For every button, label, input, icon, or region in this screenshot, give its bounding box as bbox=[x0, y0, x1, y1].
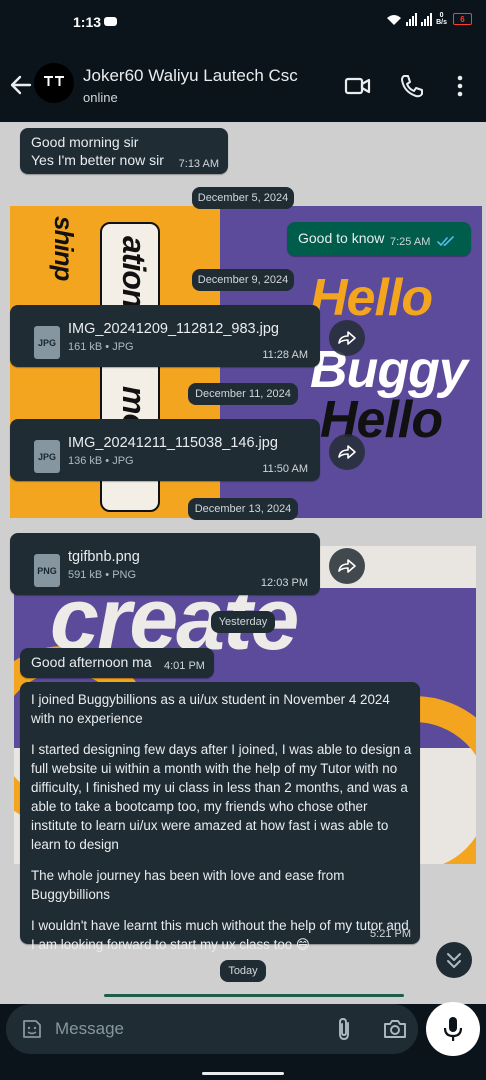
more-options-icon[interactable] bbox=[446, 72, 474, 100]
file-message[interactable]: JPG IMG_20241209_112812_983.jpg 161 kB •… bbox=[10, 305, 320, 367]
message-time: 4:01 PM bbox=[164, 660, 205, 672]
date-chip: Yesterday bbox=[211, 611, 275, 633]
scroll-down-button[interactable] bbox=[436, 942, 472, 978]
forward-icon bbox=[338, 559, 356, 573]
forward-button[interactable] bbox=[329, 320, 365, 356]
forward-icon bbox=[338, 331, 356, 345]
wallpaper-word: Buggy bbox=[310, 341, 468, 399]
chat-header: Joker60 Waliyu Lautech Csc online bbox=[0, 46, 486, 122]
incoming-bubble-edge bbox=[104, 994, 404, 997]
message-bubble[interactable]: Good afternoon ma 4:01 PM bbox=[20, 648, 214, 678]
battery-level: 6 bbox=[460, 14, 465, 24]
message-text: Good morning sir bbox=[31, 134, 139, 150]
read-ticks-icon bbox=[437, 236, 454, 247]
avatar[interactable] bbox=[34, 63, 74, 103]
back-arrow-icon[interactable] bbox=[8, 72, 34, 98]
message-paragraph: I wouldn't have learnt this much without… bbox=[31, 918, 409, 952]
message-bubble[interactable]: Good morning sir Yes I'm better now sir … bbox=[20, 128, 228, 174]
message-time: 7:13 AM bbox=[178, 158, 219, 170]
file-type-label: PNG bbox=[37, 566, 57, 576]
status-icons: 0 B/s 6 bbox=[386, 12, 472, 26]
net-speed-value: 0 bbox=[439, 12, 444, 19]
attach-icon[interactable] bbox=[332, 1016, 356, 1042]
message-bubble-outgoing[interactable]: Good to know 7:25 AM bbox=[287, 222, 471, 256]
home-indicator bbox=[202, 1072, 284, 1075]
wallpaper-word: Hello bbox=[310, 269, 433, 327]
message-box[interactable] bbox=[6, 1004, 418, 1054]
signal-2-icon bbox=[421, 12, 433, 26]
message-input[interactable] bbox=[55, 1017, 315, 1041]
brand-logo-icon bbox=[44, 76, 64, 86]
file-meta: 161 kB • JPG bbox=[68, 341, 134, 353]
message-time: 11:28 AM bbox=[262, 349, 308, 361]
message-text: Good to know bbox=[298, 230, 385, 246]
wifi-icon bbox=[387, 14, 402, 25]
file-name: IMG_20241211_115038_146.jpg bbox=[68, 435, 278, 451]
file-type-label: JPG bbox=[37, 338, 56, 348]
file-icon: PNG bbox=[34, 554, 60, 587]
voice-message-button[interactable] bbox=[426, 1002, 480, 1056]
forward-button[interactable] bbox=[329, 548, 365, 584]
camera-icon[interactable] bbox=[382, 1017, 408, 1041]
message-paragraph: The whole journey has been with love and… bbox=[31, 868, 345, 902]
video-call-icon[interactable] bbox=[344, 72, 372, 100]
file-icon: JPG bbox=[34, 440, 60, 473]
message-time: 12:03 PM bbox=[260, 577, 308, 589]
file-icon: JPG bbox=[34, 326, 60, 359]
status-bar: 1:13 0 B/s 6 bbox=[0, 0, 486, 46]
microphone-icon bbox=[443, 1017, 463, 1041]
message-text: Good afternoon ma bbox=[31, 654, 152, 670]
message-paragraph: I started designing few days after I joi… bbox=[31, 742, 412, 852]
contact-name[interactable]: Joker60 Waliyu Lautech Csc bbox=[83, 66, 298, 86]
date-chip: December 9, 2024 bbox=[192, 269, 294, 291]
file-message[interactable]: JPG IMG_20241211_115038_146.jpg 136 kB •… bbox=[10, 419, 320, 481]
composer bbox=[0, 1002, 486, 1080]
date-chip: December 5, 2024 bbox=[192, 187, 294, 209]
message-text: Yes I'm better now sir bbox=[31, 152, 164, 168]
message-text: I joined Buggybillions as a ui/ux studen… bbox=[31, 690, 416, 966]
chat-area[interactable]: ation mo shinp Hello Buggy Hello create … bbox=[0, 122, 486, 1004]
double-chevron-down-icon bbox=[447, 953, 461, 968]
file-type-label: JPG bbox=[37, 452, 56, 462]
message-time: 7:25 AM bbox=[390, 236, 431, 248]
battery-icon: 6 bbox=[453, 13, 472, 25]
game-controller-icon bbox=[104, 17, 117, 26]
forward-button[interactable] bbox=[329, 434, 365, 470]
contact-status: online bbox=[83, 90, 118, 105]
file-name: IMG_20241209_112812_983.jpg bbox=[68, 321, 279, 337]
date-chip: Today bbox=[220, 960, 266, 982]
message-paragraph: I joined Buggybillions as a ui/ux studen… bbox=[31, 692, 390, 726]
date-chip: December 13, 2024 bbox=[188, 498, 298, 520]
file-meta: 591 kB • PNG bbox=[68, 569, 137, 581]
wallpaper-word: shinp bbox=[49, 216, 79, 281]
net-speed-unit: B/s bbox=[436, 19, 447, 26]
message-bubble[interactable]: I joined Buggybillions as a ui/ux studen… bbox=[20, 682, 420, 952]
forward-icon bbox=[338, 445, 356, 459]
file-meta: 136 kB • JPG bbox=[68, 455, 134, 467]
wallpaper-word: ation bbox=[116, 236, 152, 308]
phone-icon[interactable] bbox=[398, 72, 426, 100]
status-time: 1:13 bbox=[73, 14, 102, 30]
sticker-icon[interactable] bbox=[20, 1017, 44, 1041]
file-name: tgifbnb.png bbox=[68, 549, 140, 565]
message-time: 11:50 AM bbox=[262, 463, 308, 475]
net-speed: 0 B/s bbox=[436, 12, 447, 26]
message-time: 5:21 PM bbox=[370, 928, 411, 940]
file-message[interactable]: PNG tgifbnb.png 591 kB • PNG 12:03 PM bbox=[10, 533, 320, 595]
signal-icon bbox=[406, 12, 418, 26]
date-chip: December 11, 2024 bbox=[188, 383, 298, 405]
